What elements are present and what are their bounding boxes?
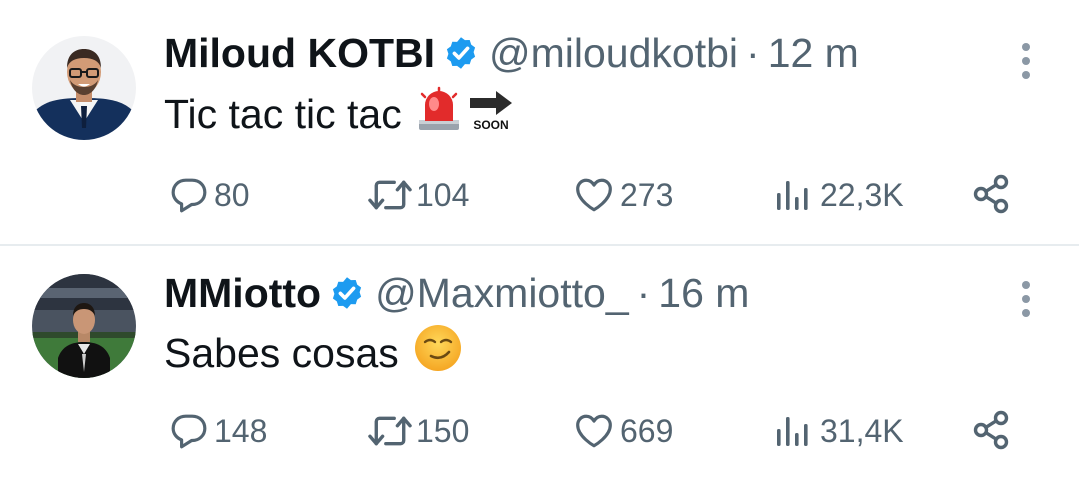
verified-badge-icon xyxy=(443,35,479,71)
timestamp[interactable]: 12 m xyxy=(768,30,859,77)
views-icon xyxy=(774,176,814,214)
views-count: 22,3K xyxy=(820,176,904,213)
retweet-icon xyxy=(366,176,414,214)
reply-count: 80 xyxy=(214,176,250,213)
like-count: 669 xyxy=(620,412,674,449)
avatar[interactable] xyxy=(32,36,136,140)
tweet-header: MMiotto @Maxmiotto_ · 16 m xyxy=(164,268,749,318)
retweet-button[interactable]: 104 xyxy=(366,176,469,214)
retweet-count: 150 xyxy=(416,412,470,449)
tweet-actions: 80 104 273 22,3K xyxy=(0,172,1079,218)
timestamp[interactable]: 16 m xyxy=(658,270,749,317)
reply-icon xyxy=(170,176,208,214)
tweet-text-content: Tic tac tic tac xyxy=(164,90,402,137)
share-icon xyxy=(972,410,1012,450)
separator: · xyxy=(746,29,760,76)
views-button[interactable]: 31,4K xyxy=(774,412,904,450)
display-name[interactable]: Miloud KOTBI xyxy=(164,30,435,77)
tweet-text-content: Sabes cosas xyxy=(164,329,399,376)
tweet-header: Miloud KOTBI @miloudkotbi · 12 m xyxy=(164,28,859,78)
tweet-text: Sabes cosas xyxy=(164,323,463,383)
like-count: 273 xyxy=(620,176,674,213)
share-icon xyxy=(972,174,1012,214)
retweet-button[interactable]: 150 xyxy=(366,412,469,450)
police-light-emoji-icon xyxy=(416,86,462,142)
tweet[interactable]: Miloud KOTBI @miloudkotbi · 12 m Tic tac… xyxy=(0,0,1079,246)
like-button[interactable]: 669 xyxy=(574,412,673,450)
views-count: 31,4K xyxy=(820,412,904,449)
more-icon[interactable] xyxy=(1016,40,1036,80)
tweet-actions: 148 150 669 31,4K xyxy=(0,408,1079,454)
like-icon xyxy=(574,176,614,214)
reply-button[interactable]: 80 xyxy=(170,176,250,214)
reply-icon xyxy=(170,412,208,450)
views-icon xyxy=(774,412,814,450)
display-name[interactable]: MMiotto xyxy=(164,270,321,317)
soon-label: SOON xyxy=(473,118,508,132)
avatar[interactable] xyxy=(32,274,136,378)
reply-count: 148 xyxy=(214,412,268,449)
like-button[interactable]: 273 xyxy=(574,176,673,214)
user-handle[interactable]: @Maxmiotto_ xyxy=(375,270,629,317)
smirking-face-emoji-icon xyxy=(413,323,463,383)
share-button[interactable] xyxy=(972,410,1012,450)
views-button[interactable]: 22,3K xyxy=(774,176,904,214)
user-handle[interactable]: @miloudkotbi xyxy=(489,30,738,77)
like-icon xyxy=(574,412,614,450)
separator: · xyxy=(636,269,651,316)
tweet[interactable]: MMiotto @Maxmiotto_ · 16 m Sabes cosas 1… xyxy=(0,246,1079,481)
soon-arrow-emoji-icon: SOON xyxy=(466,86,516,142)
more-icon[interactable] xyxy=(1016,278,1036,318)
retweet-count: 104 xyxy=(416,176,470,213)
retweet-icon xyxy=(366,412,414,450)
reply-button[interactable]: 148 xyxy=(170,412,267,450)
tweet-text: Tic tac tic tac SOON xyxy=(164,86,516,142)
share-button[interactable] xyxy=(972,174,1012,214)
verified-badge-icon xyxy=(329,275,365,311)
